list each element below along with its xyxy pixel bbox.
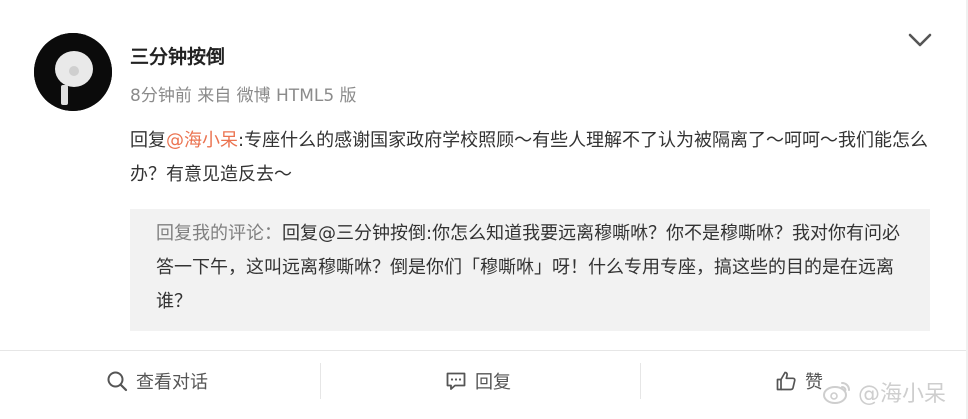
search-icon xyxy=(107,371,128,392)
weibo-logo-icon xyxy=(823,382,850,404)
thumbs-up-icon xyxy=(776,371,796,391)
view-conversation-label: 查看对话 xyxy=(136,372,208,393)
mention-link[interactable]: @海小呆 xyxy=(166,130,238,151)
reply-label: 回复 xyxy=(475,372,511,393)
reply-button[interactable]: 回复 xyxy=(445,367,511,395)
username[interactable]: 三分钟按倒 xyxy=(130,42,225,69)
comment-text: :专座什么的感谢国家政府学校照顾～有些人理解不了认为被隔离了～呵呵～我们能怎么办… xyxy=(130,130,929,185)
quoted-comment: 回复我的评论：回复@三分钟按倒:你怎么知道我要远离穆嘶咻？你不是穆嘶咻？我对你有… xyxy=(130,209,930,331)
like-label: 赞 xyxy=(805,372,823,393)
reply-prefix: 回复 xyxy=(130,130,166,151)
weibo-comment-card: 三分钟按倒 8分钟前 来自 微博 HTML5 版 回复@海小呆:专座什么的感谢国… xyxy=(0,0,968,350)
watermark: @海小呆 xyxy=(822,376,946,408)
action-separator xyxy=(320,363,321,399)
post-meta: 8分钟前 来自 微博 HTML5 版 xyxy=(130,86,357,106)
comment-icon xyxy=(446,372,466,390)
chevron-down-icon[interactable] xyxy=(906,30,934,50)
comment-body: 回复@海小呆:专座什么的感谢国家政府学校照顾～有些人理解不了认为被隔离了～呵呵～… xyxy=(130,124,930,192)
watermark-text: @海小呆 xyxy=(858,382,947,407)
like-button[interactable]: 赞 xyxy=(775,367,823,395)
action-separator xyxy=(640,363,641,399)
avatar[interactable] xyxy=(34,33,112,111)
view-conversation-button[interactable]: 查看对话 xyxy=(106,367,208,395)
avatar-image xyxy=(34,33,112,111)
quote-label: 回复我的评论： xyxy=(156,223,282,244)
